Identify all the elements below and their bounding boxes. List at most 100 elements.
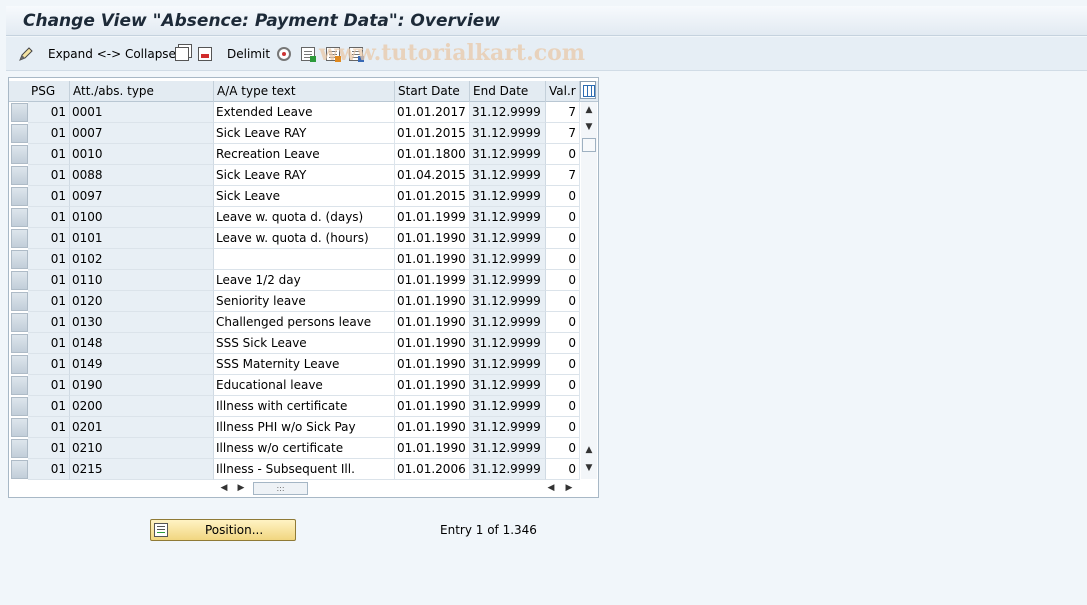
row-selector[interactable] bbox=[11, 439, 28, 458]
cell-aa-type-text[interactable]: Sick Leave RAY bbox=[214, 165, 395, 186]
cell-aa-type-text[interactable]: Illness - Subsequent Ill. bbox=[214, 459, 395, 480]
cell-start-date[interactable]: 01.01.1990 bbox=[395, 375, 470, 396]
horizontal-scroll-thumb[interactable]: ::: bbox=[253, 482, 308, 495]
cell-aa-type-text[interactable]: Recreation Leave bbox=[214, 144, 395, 165]
cell-aa-type-text[interactable]: Seniority leave bbox=[214, 291, 395, 312]
row-selector[interactable] bbox=[11, 103, 28, 122]
cell-val[interactable]: 0 bbox=[546, 375, 580, 396]
cell-aa-type-text[interactable]: SSS Maternity Leave bbox=[214, 354, 395, 375]
cell-aa-type-text[interactable]: Leave w. quota d. (hours) bbox=[214, 228, 395, 249]
cell-val[interactable]: 0 bbox=[546, 207, 580, 228]
cell-aa-type-text[interactable]: Illness with certificate bbox=[214, 396, 395, 417]
select-all-button[interactable] bbox=[301, 45, 316, 63]
column-header-psg[interactable]: PSG bbox=[28, 81, 70, 102]
cell-val[interactable]: 0 bbox=[546, 312, 580, 333]
expand-collapse-button[interactable]: Expand <-> Collapse bbox=[48, 45, 176, 63]
cell-val[interactable]: 0 bbox=[546, 186, 580, 207]
row-selector[interactable] bbox=[11, 229, 28, 248]
vertical-scrollbar[interactable]: ▲ ▼ ▲ ▼ bbox=[581, 102, 597, 479]
position-button[interactable]: Position... bbox=[150, 519, 296, 541]
cell-aa-type-text[interactable]: Sick Leave bbox=[214, 186, 395, 207]
cell-start-date[interactable]: 01.01.1990 bbox=[395, 249, 470, 270]
cell-start-date[interactable]: 01.01.1990 bbox=[395, 354, 470, 375]
row-selector[interactable] bbox=[11, 145, 28, 164]
cell-start-date[interactable]: 01.01.1990 bbox=[395, 291, 470, 312]
row-selector[interactable] bbox=[11, 166, 28, 185]
cell-aa-type-text[interactable] bbox=[214, 249, 395, 270]
cell-aa-type-text[interactable]: Illness PHI w/o Sick Pay bbox=[214, 417, 395, 438]
cell-start-date[interactable]: 01.01.2015 bbox=[395, 123, 470, 144]
copy-button[interactable] bbox=[175, 45, 189, 63]
row-selector[interactable] bbox=[11, 271, 28, 290]
cell-aa-type-text[interactable]: Leave w. quota d. (days) bbox=[214, 207, 395, 228]
cell-val[interactable]: 0 bbox=[546, 396, 580, 417]
row-selector[interactable] bbox=[11, 313, 28, 332]
scroll-page-down-icon[interactable]: ▼ bbox=[584, 463, 594, 473]
cell-start-date[interactable]: 01.01.1990 bbox=[395, 396, 470, 417]
cell-val[interactable]: 0 bbox=[546, 249, 580, 270]
scroll-thumb[interactable] bbox=[582, 138, 596, 152]
scroll-right-end-icon[interactable]: ▶ bbox=[564, 483, 574, 493]
cell-start-date[interactable]: 01.01.1990 bbox=[395, 333, 470, 354]
row-selector[interactable] bbox=[11, 124, 28, 143]
position-icon bbox=[154, 523, 168, 537]
row-selector[interactable] bbox=[11, 418, 28, 437]
scroll-up-icon[interactable]: ▲ bbox=[584, 105, 594, 115]
cell-val[interactable]: 0 bbox=[546, 417, 580, 438]
display-change-button[interactable] bbox=[18, 45, 35, 63]
cell-aa-type-text[interactable]: Illness w/o certificate bbox=[214, 438, 395, 459]
cell-val[interactable]: 0 bbox=[546, 354, 580, 375]
cell-aa-type-text[interactable]: Sick Leave RAY bbox=[214, 123, 395, 144]
cell-start-date[interactable]: 01.01.2006 bbox=[395, 459, 470, 480]
column-header-end-date[interactable]: End Date bbox=[470, 81, 546, 102]
cell-val[interactable]: 0 bbox=[546, 438, 580, 459]
scroll-right-icon[interactable]: ▶ bbox=[236, 483, 246, 493]
cell-start-date[interactable]: 01.01.1999 bbox=[395, 270, 470, 291]
cell-start-date[interactable]: 01.01.2015 bbox=[395, 186, 470, 207]
cell-start-date[interactable]: 01.01.1800 bbox=[395, 144, 470, 165]
cell-start-date[interactable]: 01.01.1990 bbox=[395, 417, 470, 438]
row-selector[interactable] bbox=[11, 334, 28, 353]
column-header-type[interactable]: Att./abs. type bbox=[70, 81, 214, 102]
cell-val[interactable]: 0 bbox=[546, 291, 580, 312]
column-header-start-date[interactable]: Start Date bbox=[395, 81, 470, 102]
scroll-page-up-icon[interactable]: ▲ bbox=[584, 445, 594, 455]
cell-val[interactable]: 7 bbox=[546, 102, 580, 123]
cell-start-date[interactable]: 01.01.1999 bbox=[395, 207, 470, 228]
row-selector[interactable] bbox=[11, 460, 28, 479]
cell-val[interactable]: 7 bbox=[546, 165, 580, 186]
cell-val[interactable]: 0 bbox=[546, 459, 580, 480]
scroll-down-icon[interactable]: ▼ bbox=[584, 122, 594, 132]
scroll-left-icon[interactable]: ◀ bbox=[219, 483, 229, 493]
cell-val[interactable]: 0 bbox=[546, 228, 580, 249]
row-selector[interactable] bbox=[11, 187, 28, 206]
cell-aa-type-text[interactable]: SSS Sick Leave bbox=[214, 333, 395, 354]
row-selector[interactable] bbox=[11, 292, 28, 311]
cell-val[interactable]: 0 bbox=[546, 333, 580, 354]
horizontal-scrollbar[interactable]: ◀ ▶ ::: ◀ ▶ bbox=[212, 480, 579, 496]
cell-val[interactable]: 7 bbox=[546, 123, 580, 144]
row-selector[interactable] bbox=[11, 208, 28, 227]
cell-start-date[interactable]: 01.01.2017 bbox=[395, 102, 470, 123]
cell-aa-type-text[interactable]: Challenged persons leave bbox=[214, 312, 395, 333]
scroll-left-end-icon[interactable]: ◀ bbox=[546, 483, 556, 493]
column-settings-icon[interactable] bbox=[580, 81, 596, 99]
row-selector[interactable] bbox=[11, 376, 28, 395]
cell-start-date[interactable]: 01.04.2015 bbox=[395, 165, 470, 186]
delete-button[interactable] bbox=[198, 45, 212, 63]
row-selector[interactable] bbox=[11, 355, 28, 374]
cell-val[interactable]: 0 bbox=[546, 270, 580, 291]
delimit-button[interactable]: Delimit bbox=[227, 45, 270, 63]
row-selector[interactable] bbox=[11, 250, 28, 269]
cell-val[interactable]: 0 bbox=[546, 144, 580, 165]
settings-button[interactable] bbox=[277, 45, 291, 63]
cell-aa-type-text[interactable]: Leave 1/2 day bbox=[214, 270, 395, 291]
cell-aa-type-text[interactable]: Extended Leave bbox=[214, 102, 395, 123]
cell-aa-type-text[interactable]: Educational leave bbox=[214, 375, 395, 396]
column-header-text[interactable]: A/A type text bbox=[214, 81, 395, 102]
cell-start-date[interactable]: 01.01.1990 bbox=[395, 312, 470, 333]
column-header-val[interactable]: Val.r bbox=[546, 81, 580, 102]
cell-start-date[interactable]: 01.01.1990 bbox=[395, 228, 470, 249]
row-selector[interactable] bbox=[11, 397, 28, 416]
cell-start-date[interactable]: 01.01.1990 bbox=[395, 438, 470, 459]
